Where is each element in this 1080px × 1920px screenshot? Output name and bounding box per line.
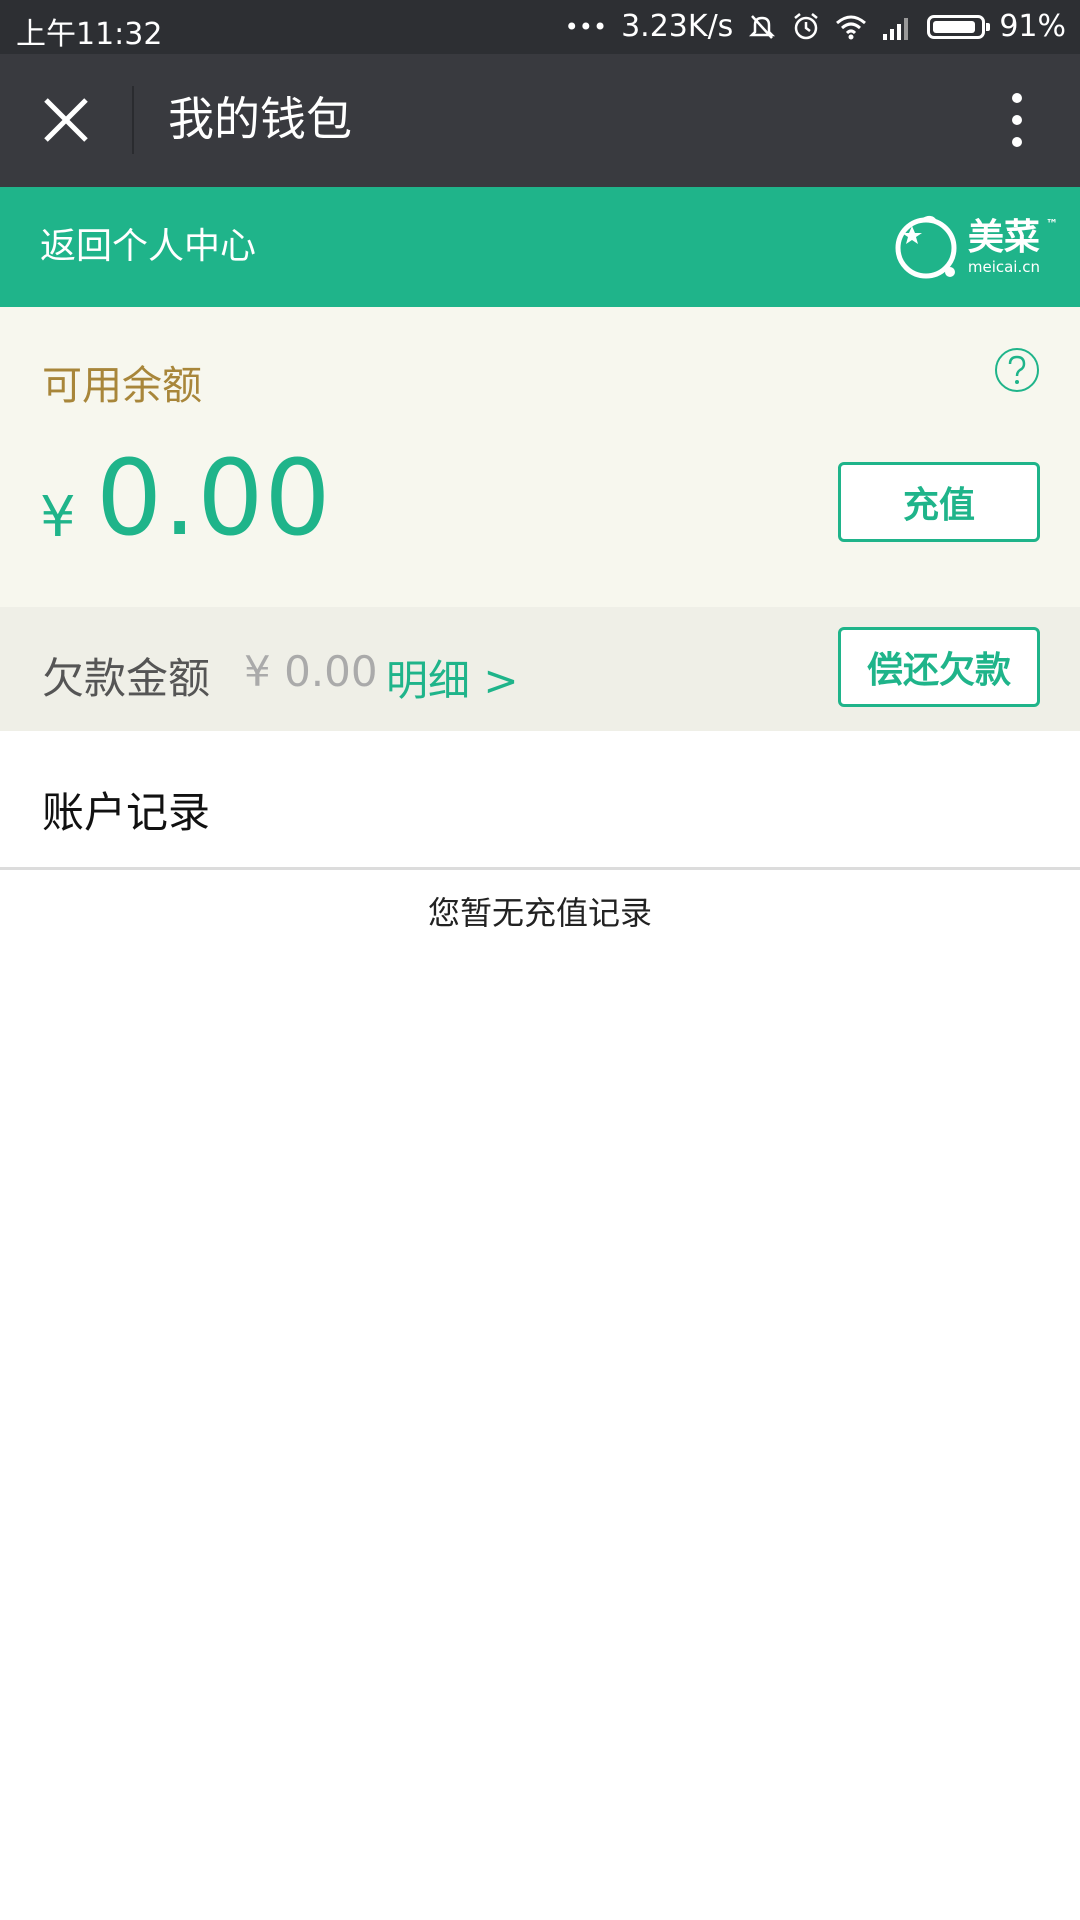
more-dots: ••• (564, 12, 608, 41)
debt-detail-link[interactable]: 明细 > (386, 647, 519, 708)
page-title: 我的钱包 (168, 92, 352, 146)
alarm-icon (791, 12, 821, 42)
more-menu-button[interactable] (994, 84, 1040, 156)
wifi-icon (835, 14, 867, 40)
battery-level-fill (933, 20, 976, 33)
debt-amount: ¥ 0.00 (244, 647, 378, 696)
green-header: 返回个人中心 美菜 ™ meicai.cn (0, 187, 1080, 307)
status-time: 上午11:32 (16, 17, 163, 52)
brand-logo: 美菜 ™ meicai.cn (892, 209, 1058, 285)
question-circle-icon[interactable] (994, 347, 1040, 393)
status-icons: ••• 3.23K/s 91% (565, 9, 1066, 44)
title-divider (132, 86, 134, 154)
logo-en: meicai.cn (967, 257, 1040, 276)
close-icon (44, 98, 88, 142)
battery-icon (927, 14, 991, 39)
empty-records-message: 您暂无充值记录 (427, 894, 652, 932)
records-title: 账户记录 (42, 788, 211, 837)
debt-section: 欠款金额 ¥ 0.00 明细 > 偿还欠款 (0, 607, 1080, 731)
signal-icon (881, 14, 913, 40)
repay-debt-button[interactable]: 偿还欠款 (838, 627, 1040, 707)
close-button[interactable] (30, 84, 102, 156)
logo-cn: 美菜 ™ (967, 216, 1058, 258)
logo-tm: ™ (1046, 216, 1058, 231)
debt-label: 欠款金额 (42, 654, 211, 703)
currency-symbol: ¥ (40, 485, 76, 550)
back-to-profile-link[interactable]: 返回个人中心 (40, 224, 256, 270)
records-header: 账户记录 (0, 731, 1080, 870)
balance-amount: 0.00 (96, 437, 332, 559)
status-bar: 上午11:32 ••• 3.23K/s 91% (0, 0, 1080, 54)
balance-section: 可用余额 ¥ 0.00 充值 (0, 307, 1080, 607)
logo-text: 美菜 ™ meicai.cn (967, 216, 1058, 276)
title-bar: 我的钱包 (0, 54, 1080, 187)
network-speed: 3.23K/s (621, 9, 734, 44)
logo-icon (895, 215, 957, 279)
battery-percent: 91% (999, 9, 1066, 44)
mute-bell-icon (747, 12, 777, 42)
recharge-button[interactable]: 充值 (838, 462, 1040, 542)
more-vertical-icon (1012, 93, 1022, 147)
available-balance-label: 可用余额 (42, 363, 202, 409)
